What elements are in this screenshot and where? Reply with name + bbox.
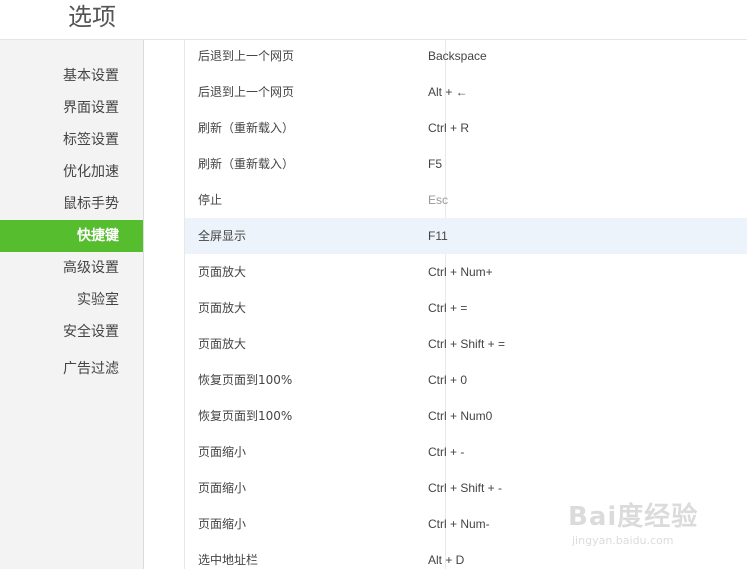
- shortcut-row[interactable]: 页面缩小 Ctrl + Num-: [185, 506, 747, 542]
- shortcut-row[interactable]: 后退到上一个网页 Backspace: [185, 38, 747, 74]
- shortcut-key[interactable]: Ctrl + Num-: [428, 506, 490, 542]
- shortcut-row[interactable]: 选中地址栏 Alt + D: [185, 542, 747, 578]
- shortcut-key[interactable]: Ctrl + R: [428, 110, 469, 146]
- shortcut-row[interactable]: 刷新（重新载入） Ctrl + R: [185, 110, 747, 146]
- shortcut-key[interactable]: Ctrl + Shift + -: [428, 470, 502, 506]
- shortcut-action: 页面放大: [198, 265, 247, 279]
- shortcut-action: 页面放大: [198, 337, 247, 351]
- shortcut-row[interactable]: 页面缩小 Ctrl + -: [185, 434, 747, 470]
- shortcut-row[interactable]: 恢复页面到100% Ctrl + 0: [185, 362, 747, 398]
- shortcut-key[interactable]: Ctrl + Shift + =: [428, 326, 505, 362]
- shortcut-row[interactable]: 页面缩小 Ctrl + Shift + -: [185, 470, 747, 506]
- shortcut-row[interactable]: 页面放大 Ctrl + Num+: [185, 254, 747, 290]
- shortcut-row[interactable]: 后退到上一个网页 Alt + ←: [185, 74, 747, 110]
- sidebar-item-basic-settings[interactable]: 基本设置: [0, 60, 143, 92]
- shortcut-action: 刷新（重新载入）: [198, 121, 295, 135]
- sidebar-item-mouse-gestures[interactable]: 鼠标手势: [0, 188, 143, 220]
- shortcut-key[interactable]: F5: [428, 146, 442, 182]
- shortcut-row[interactable]: 刷新（重新载入） F5: [185, 146, 747, 182]
- shortcut-action: 页面缩小: [198, 445, 247, 459]
- shortcut-action: 选中地址栏: [198, 553, 259, 567]
- shortcut-action: 页面缩小: [198, 517, 247, 531]
- shortcut-row[interactable]: 恢复页面到100% Ctrl + Num0: [185, 398, 747, 434]
- shortcut-action: 刷新（重新载入）: [198, 157, 295, 171]
- shortcut-key[interactable]: Esc: [428, 182, 448, 218]
- sidebar-item-security-settings[interactable]: 安全设置: [0, 316, 143, 348]
- shortcut-key[interactable]: Ctrl + =: [428, 290, 467, 326]
- shortcut-key[interactable]: Alt + ←: [428, 74, 468, 110]
- sidebar-item-advanced-settings[interactable]: 高级设置: [0, 252, 143, 284]
- sidebar-item-ad-filter[interactable]: 广告过滤: [0, 353, 143, 385]
- shortcut-action: 恢复页面到100%: [198, 373, 293, 387]
- shortcut-row-highlighted[interactable]: 全屏显示 F11: [185, 218, 747, 254]
- sidebar: 基本设置 界面设置 标签设置 优化加速 鼠标手势 快捷键 高级设置 实验室 安全…: [0, 40, 144, 569]
- header: 选项: [0, 0, 747, 40]
- shortcut-action: 全屏显示: [198, 229, 247, 243]
- shortcut-action: 后退到上一个网页: [198, 49, 295, 63]
- shortcuts-panel: 后退到上一个网页 Backspace 后退到上一个网页 Alt + ← 刷新（重…: [144, 40, 747, 569]
- shortcut-key[interactable]: F11: [428, 218, 448, 254]
- page-title: 选项: [68, 3, 116, 31]
- shortcut-key[interactable]: Backspace: [428, 38, 487, 74]
- shortcut-row[interactable]: 页面放大 Ctrl + Shift + =: [185, 326, 747, 362]
- sidebar-item-interface-settings[interactable]: 界面设置: [0, 92, 143, 124]
- shortcut-action: 停止: [198, 193, 223, 207]
- shortcut-key[interactable]: Alt + D: [428, 542, 464, 578]
- sidebar-item-tab-settings[interactable]: 标签设置: [0, 124, 143, 156]
- shortcut-action: 后退到上一个网页: [198, 85, 295, 99]
- shortcut-key[interactable]: Ctrl + 0: [428, 362, 467, 398]
- shortcuts-table: 后退到上一个网页 Backspace 后退到上一个网页 Alt + ← 刷新（重…: [184, 40, 747, 569]
- shortcut-key[interactable]: Ctrl + Num+: [428, 254, 493, 290]
- shortcut-action: 页面放大: [198, 301, 247, 315]
- sidebar-item-lab[interactable]: 实验室: [0, 284, 143, 316]
- shortcut-key[interactable]: Ctrl + -: [428, 434, 464, 470]
- shortcut-action: 恢复页面到100%: [198, 409, 293, 423]
- shortcut-action: 页面缩小: [198, 481, 247, 495]
- sidebar-item-optimization[interactable]: 优化加速: [0, 156, 143, 188]
- shortcut-row[interactable]: 页面放大 Ctrl + =: [185, 290, 747, 326]
- sidebar-item-shortcuts[interactable]: 快捷键: [0, 220, 143, 252]
- shortcut-key[interactable]: Ctrl + Num0: [428, 398, 492, 434]
- shortcut-row[interactable]: 停止 Esc: [185, 182, 747, 218]
